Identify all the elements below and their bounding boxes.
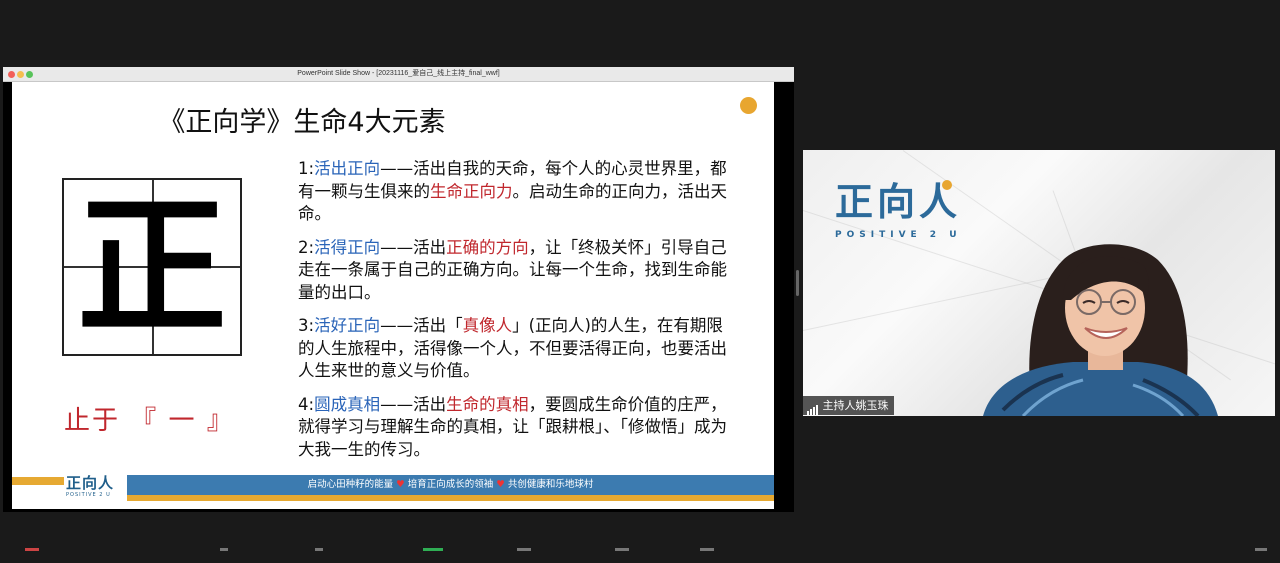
point-highlight: 真像人 xyxy=(462,316,513,335)
point-1: 1:活出正向——活出自我的天命，每个人的心灵世界里，都有一颗与生俱来的生命正向力… xyxy=(298,158,738,226)
point-highlight: 生命正向力 xyxy=(430,181,513,201)
footer-gold-bar xyxy=(127,495,774,501)
point-3: 3:活好正向——活出「真像人」(正向人)的人生，在有期限的人生旅程中，活得像一个… xyxy=(298,315,738,383)
toolbar-icon[interactable] xyxy=(517,548,531,551)
slogan-part: 启动心田种籽的能量 xyxy=(307,479,394,490)
mute-icon[interactable] xyxy=(25,548,39,551)
point-4: 4:圆成真相——活出生命的真相，要圆成生命价值的庄严，就得学习与理解生命的真相，… xyxy=(298,394,738,462)
point-2: 2:活得正向——活出正确的方向，让「终极关怀」引导自己走在一条属于自己的正确方向… xyxy=(298,237,738,305)
toolbar-icon[interactable] xyxy=(700,548,714,551)
point-key: 活出正向 xyxy=(314,159,381,178)
point-number: 1: xyxy=(298,159,315,178)
point-key: 活好正向 xyxy=(314,316,381,335)
presentation-slide: 《正向学》生命4大元素 正 止于 『 一 』 1:活出正向——活出自我的天命，每… xyxy=(12,82,774,509)
point-number: 3: xyxy=(298,316,315,335)
footer-accent-bar xyxy=(12,477,64,485)
split-view-resize-handle[interactable] xyxy=(796,270,799,296)
brand-logo-subtext: POSITIVE 2 U xyxy=(835,230,962,240)
heart-icon: ♥ xyxy=(496,479,505,490)
presenter-video-feed xyxy=(983,244,1218,416)
signal-strength-icon xyxy=(807,399,819,415)
heart-icon: ♥ xyxy=(396,479,405,490)
point-text: ——活出 xyxy=(380,237,447,257)
footer-logo: 正向人 POSITIVE 2 U xyxy=(66,474,114,498)
calligraphy-character: 正 xyxy=(76,179,227,355)
participant-video-tile[interactable]: 正向人 POSITIVE 2 U 主持人姚玉珠 xyxy=(803,150,1275,416)
participant-name-tag: 主持人姚玉珠 xyxy=(803,396,894,415)
shared-screen-window: PowerPoint Slide Show - [20231116_爱自己_线上… xyxy=(3,67,794,512)
point-number: 4: xyxy=(298,394,315,414)
toolbar-icon[interactable] xyxy=(315,548,323,551)
point-text: ——活出 xyxy=(380,394,447,414)
zhiyu-caption: 止于 『 一 』 xyxy=(64,406,235,436)
footer-logo-text: 正向人 xyxy=(66,474,115,492)
window-title: PowerPoint Slide Show - [20231116_爱自己_线上… xyxy=(297,70,500,77)
point-highlight: 正确的方向 xyxy=(446,237,529,257)
footer-logo-subtext: POSITIVE 2 U xyxy=(66,492,111,498)
brand-logo-dot xyxy=(942,180,952,190)
slide-title: 《正向学》生命4大元素 xyxy=(158,107,446,138)
slogan-part: 共创健康和乐地球村 xyxy=(507,479,594,490)
participant-name: 主持人姚玉珠 xyxy=(822,399,889,412)
slide-decor-dot xyxy=(740,97,757,114)
point-highlight: 生命的真相 xyxy=(446,394,529,414)
point-key: 圆成真相 xyxy=(314,394,381,414)
toolbar-icon[interactable] xyxy=(220,548,228,551)
slogan-part: 培育正向成长的领袖 xyxy=(407,479,494,490)
toolbar-icon[interactable] xyxy=(615,548,629,551)
footer-slogan: 启动心田种籽的能量 ♥ 培育正向成长的领袖 ♥ 共创健康和乐地球村 xyxy=(127,475,774,495)
point-text: ——活出「 xyxy=(380,316,463,335)
point-number: 2: xyxy=(298,237,315,257)
toolbar-icon[interactable] xyxy=(1255,548,1267,551)
share-screen-icon[interactable] xyxy=(423,548,443,551)
calligraphy-grid-box: 正 xyxy=(62,178,242,356)
element-points-list: 1:活出正向——活出自我的天命，每个人的心灵世界里，都有一颗与生俱来的生命正向力… xyxy=(298,158,738,472)
point-key: 活得正向 xyxy=(314,237,381,257)
window-titlebar: PowerPoint Slide Show - [20231116_爱自己_线上… xyxy=(3,67,794,82)
